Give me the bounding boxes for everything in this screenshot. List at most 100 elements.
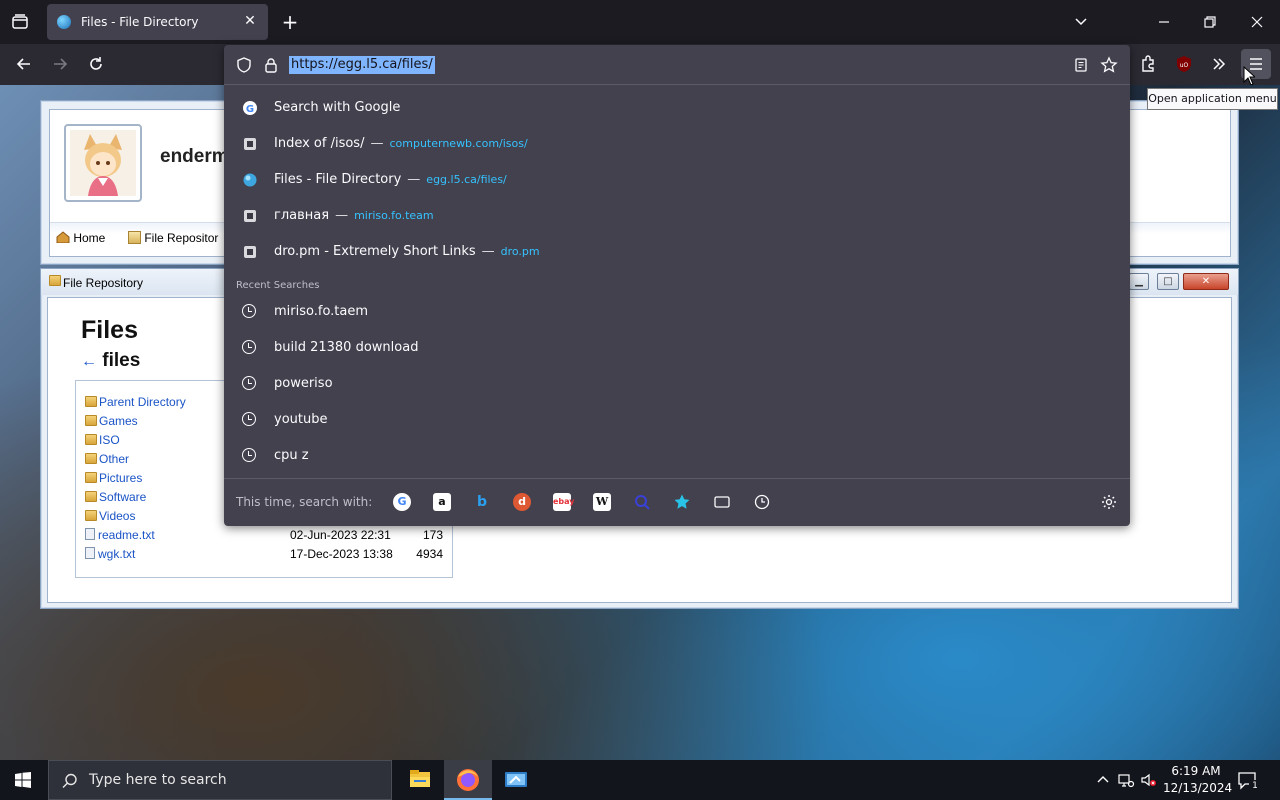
reload-icon[interactable] <box>86 54 106 74</box>
settings-gear-icon[interactable] <box>1100 493 1118 511</box>
file-link[interactable]: ISO <box>99 433 120 447</box>
suggestion-item[interactable]: Files - File Directory — egg.l5.ca/files/ <box>224 162 1130 198</box>
bing-engine-icon[interactable]: b <box>473 493 491 511</box>
recent-search-item[interactable]: build 21380 download <box>224 330 1130 366</box>
file-link[interactable]: Parent Directory <box>99 395 186 409</box>
taskbar-search-input[interactable]: Type here to search <box>48 760 392 800</box>
window-minimize-button[interactable]: ▁ <box>1129 273 1149 290</box>
window-maximize-button[interactable]: □ <box>1157 273 1179 290</box>
ublock-icon[interactable]: uO <box>1175 55 1193 73</box>
file-link[interactable]: Games <box>99 414 138 428</box>
nav-home-label: Home <box>73 231 106 245</box>
bookmark-star-icon[interactable] <box>1100 56 1118 74</box>
remote-desktop-icon[interactable] <box>492 760 540 800</box>
suggestion-text: главная — miriso.fo.team <box>274 208 434 224</box>
nav-home[interactable]: Home <box>56 231 105 245</box>
ebay-engine-icon[interactable]: ebay <box>553 493 575 511</box>
amazon-engine-icon[interactable]: a <box>433 493 451 511</box>
clock-icon <box>242 304 258 320</box>
back-icon[interactable] <box>14 54 34 74</box>
close-icon[interactable]: ✕ <box>242 13 258 29</box>
url-input[interactable]: https://egg.l5.ca/files/ <box>289 56 435 74</box>
file-link[interactable]: Software <box>99 490 146 504</box>
new-tab-icon[interactable]: + <box>280 10 300 34</box>
file-explorer-icon[interactable] <box>396 760 444 800</box>
suggestion-title: dro.pm - Extremely Short Links <box>274 244 476 259</box>
recent-search-text: miriso.fo.taem <box>274 304 369 319</box>
forward-icon[interactable] <box>50 54 70 74</box>
search-engine-bar: This time, search with: G a b d ebay W <box>224 478 1130 526</box>
separator-dash: — <box>407 172 421 187</box>
globe-icon <box>242 172 258 188</box>
suggestion-text: dro.pm - Extremely Short Links — dro.pm <box>274 244 540 260</box>
recent-search-item[interactable]: miriso.fo.taem <box>224 294 1130 330</box>
shield-icon[interactable] <box>235 56 253 74</box>
chevron-down-icon[interactable] <box>1071 12 1091 32</box>
clock-time: 6:19 AM <box>1171 764 1221 778</box>
separator-dash: — <box>481 244 495 259</box>
suggestion-item[interactable]: главная — miriso.fo.team <box>224 198 1130 234</box>
file-icon <box>85 528 95 540</box>
lock-icon[interactable] <box>262 56 280 74</box>
recent-search-item[interactable]: poweriso <box>224 366 1130 402</box>
avatar <box>64 124 142 202</box>
reader-view-icon[interactable] <box>1072 56 1090 74</box>
file-size: 4934 <box>416 547 443 561</box>
recent-searches-label: Recent Searches <box>236 280 320 291</box>
suggestion-url: computernewb.com/isos/ <box>389 137 528 150</box>
network-icon[interactable] <box>1117 771 1135 789</box>
tabs-icon[interactable] <box>713 493 731 511</box>
clock[interactable]: 6:19 AM 12/13/2024 <box>1163 763 1232 797</box>
search-icon <box>61 772 79 790</box>
file-link[interactable]: Pictures <box>99 471 142 485</box>
google-engine-icon[interactable]: G <box>393 493 411 511</box>
nav-file-repository[interactable]: File Repositor <box>128 231 218 245</box>
svg-text:uO: uO <box>1180 62 1189 69</box>
taskbar: Type here to search 6:19 AM 12/13/2024 1 <box>0 760 1280 800</box>
folder-icon <box>128 231 141 244</box>
history-icon[interactable] <box>753 493 771 511</box>
clock-icon <box>242 448 258 464</box>
search-placeholder: Type here to search <box>89 772 227 788</box>
tab-files[interactable]: Files - File Directory ✕ <box>47 4 268 40</box>
back-arrow-icon[interactable]: ← <box>81 353 97 370</box>
address-bar[interactable]: https://egg.l5.ca/files/ <box>224 45 1130 84</box>
window-close-icon[interactable] <box>1247 12 1267 32</box>
chevron-up-icon[interactable] <box>1094 771 1112 789</box>
site-icon <box>242 244 258 260</box>
page-heading: Files <box>81 316 138 344</box>
separator-dash: — <box>335 208 349 223</box>
suggestion-item[interactable]: dro.pm - Extremely Short Links — dro.pm <box>224 234 1130 270</box>
tab-title: Files - File Directory <box>81 15 199 29</box>
window-close-button[interactable]: ✕ <box>1183 273 1229 290</box>
bookmarks-star-icon[interactable] <box>673 493 691 511</box>
recent-search-item[interactable]: cpu z <box>224 438 1130 474</box>
search-engine-icon[interactable] <box>633 493 651 511</box>
wikipedia-engine-icon[interactable]: W <box>593 493 611 511</box>
file-link[interactable]: readme.txt <box>98 528 155 542</box>
tabs-list-icon[interactable] <box>10 12 30 32</box>
firefox-icon[interactable] <box>444 760 492 800</box>
recent-search-item[interactable]: youtube <box>224 402 1130 438</box>
volume-muted-icon[interactable] <box>1140 771 1158 789</box>
notification-count: 1 <box>1249 780 1261 792</box>
site-icon <box>242 136 258 152</box>
svg-text:G: G <box>246 104 254 115</box>
duckduckgo-engine-icon[interactable]: d <box>513 493 531 511</box>
file-link[interactable]: Other <box>99 452 129 466</box>
file-link[interactable]: Videos <box>99 509 135 523</box>
suggestion-title: Index of /isos/ <box>274 136 365 151</box>
extensions-icon[interactable] <box>1138 54 1158 74</box>
notification-center-icon[interactable]: 1 <box>1236 770 1261 792</box>
minimize-icon[interactable] <box>1154 12 1174 32</box>
tab-bar: Files - File Directory ✕ + <box>0 0 1280 44</box>
suggestion-title: Files - File Directory <box>274 172 402 187</box>
folder-icon <box>85 434 97 445</box>
overflow-icon[interactable] <box>1209 54 1229 74</box>
windows-start-icon[interactable] <box>14 771 32 789</box>
suggestion-item[interactable]: G Search with Google <box>224 90 1130 126</box>
file-link[interactable]: wgk.txt <box>98 547 135 561</box>
restore-icon[interactable] <box>1200 12 1220 32</box>
suggestion-item[interactable]: Index of /isos/ — computernewb.com/isos/ <box>224 126 1130 162</box>
file-row: wgk.txt 17-Dec-2023 13:38 4934 <box>85 547 443 565</box>
